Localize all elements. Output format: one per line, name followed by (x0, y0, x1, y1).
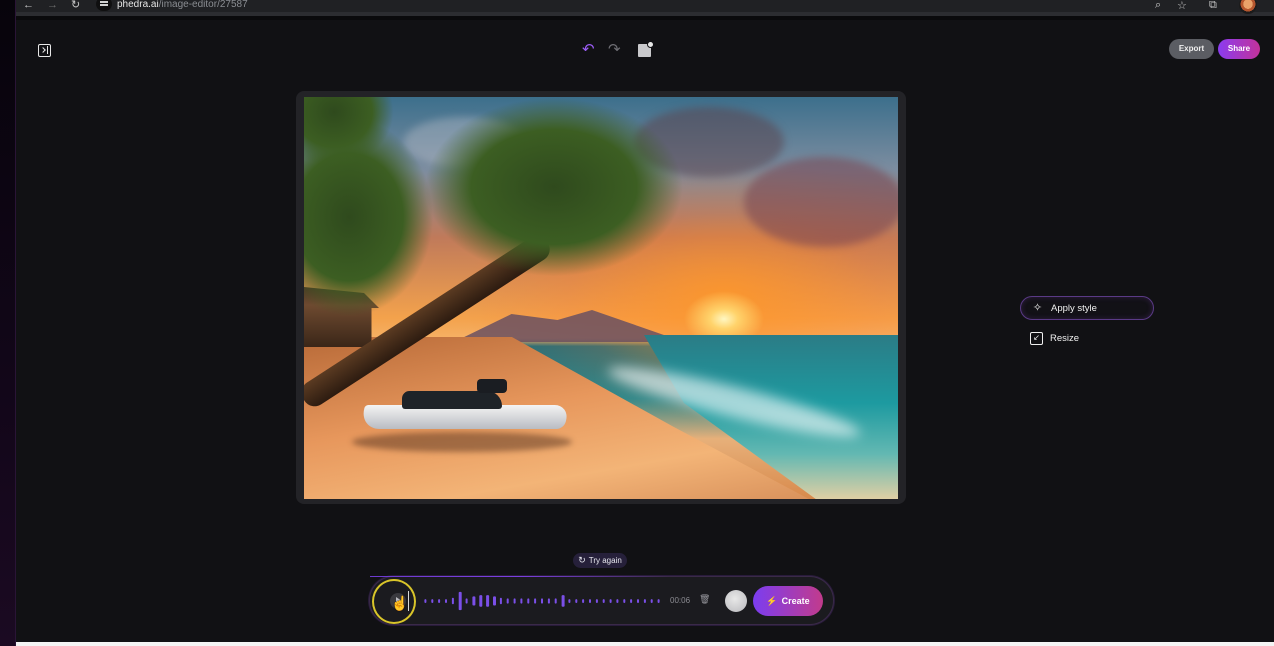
profile-avatar[interactable] (1239, 0, 1257, 14)
waveform-bar (534, 598, 537, 604)
screen-bottom-edge (16, 642, 1274, 646)
zoom-icon[interactable]: ⌕ (1155, 0, 1161, 12)
share-button[interactable]: Share (1218, 39, 1260, 59)
waveform-bar (657, 599, 660, 603)
waveform-bar (486, 595, 490, 607)
image-canvas (296, 91, 906, 504)
waveform-bar (527, 598, 530, 604)
waveform-bar (547, 598, 550, 604)
waveform-bar (554, 598, 557, 604)
image-editor: ↶ ↷ Export Share ✧ Apply style ↙ Resize … (16, 20, 1274, 642)
browser-toolbar: ← → ↻ phedra.ai/image-editor/27587 ⌕ ☆ ⧉ (16, 0, 1274, 16)
retry-icon: ↻ (578, 555, 586, 565)
playhead[interactable] (408, 591, 409, 611)
undo-icon[interactable]: ↶ (582, 40, 595, 58)
record-button[interactable] (725, 590, 747, 612)
waveform-bar (568, 599, 571, 603)
audio-waveform[interactable] (422, 587, 662, 615)
waveform-bar (451, 597, 454, 605)
waveform-bar (630, 599, 633, 603)
waveform-bar (465, 598, 468, 604)
waveform-bar (472, 596, 476, 606)
create-label: Create (781, 596, 810, 606)
waveform-bar (513, 598, 516, 604)
sparkles-icon: ✧ (1032, 301, 1043, 314)
waveform-bar (458, 591, 462, 611)
export-button[interactable]: Export (1169, 39, 1214, 59)
tool-resize[interactable]: ↙ Resize (1020, 326, 1154, 350)
address-bar[interactable]: phedra.ai/image-editor/27587 (117, 0, 248, 10)
waveform-bar (493, 596, 496, 606)
site-info-icon[interactable] (96, 0, 112, 11)
generated-image[interactable] (304, 97, 898, 499)
back-icon[interactable]: ← (23, 0, 34, 12)
waveform-bar (479, 595, 483, 607)
waveform-bar (602, 599, 605, 603)
waveform-bar (616, 599, 619, 603)
waveform-bar (582, 599, 585, 603)
waveform-bar (499, 597, 502, 605)
redo-icon[interactable]: ↷ (608, 40, 621, 58)
waveform-bar (575, 599, 578, 603)
extensions-icon[interactable]: ⧉ (1209, 0, 1217, 12)
url-path: /image-editor/27587 (158, 0, 248, 10)
waveform-bar (609, 599, 612, 603)
try-again-label: Try again (588, 556, 622, 565)
cloud (744, 157, 898, 247)
reload-icon[interactable]: ↻ (71, 0, 80, 12)
voice-prompt-bar: ☝ 00:06 🗑 ⚡ Create (369, 576, 834, 625)
tool-apply-style[interactable]: ✧ Apply style (1020, 296, 1154, 320)
lightning-icon: ⚡ (766, 595, 778, 606)
trash-icon[interactable]: 🗑 (699, 594, 710, 605)
waveform-bar (561, 595, 565, 607)
star-icon[interactable]: ☆ (1177, 0, 1187, 12)
waveform-bar (595, 599, 598, 603)
jet-ski (352, 377, 572, 452)
url-host: phedra.ai (117, 0, 159, 10)
canvas-settings-icon[interactable] (638, 41, 654, 57)
waveform-bar (424, 599, 427, 603)
waveform-bar (643, 599, 646, 603)
waveform-bar (623, 599, 626, 603)
create-button[interactable]: ⚡ Create (753, 586, 823, 616)
waveform-bar (431, 599, 434, 603)
waveform-bar (637, 599, 639, 603)
recording-duration: 00:06 (670, 596, 691, 605)
tool-label: Apply style (1051, 302, 1097, 314)
waveform-bar (438, 599, 441, 603)
waveform-bar (506, 598, 509, 604)
waveform-bar (445, 599, 447, 603)
palm-leaves (424, 97, 684, 277)
waveform-bar (541, 598, 543, 604)
hand-cursor-icon: ☝ (391, 595, 409, 611)
waveform-bar (650, 599, 653, 603)
tool-label: Resize (1050, 332, 1080, 344)
forward-icon[interactable]: → (47, 0, 58, 12)
waveform-bar (589, 599, 591, 603)
sidebar-toggle-icon[interactable] (38, 44, 51, 57)
try-again-button[interactable]: ↻ Try again (573, 553, 627, 568)
waveform-bar (520, 598, 523, 604)
desktop-edge (0, 0, 16, 646)
resize-icon: ↙ (1030, 331, 1043, 345)
tools-menu: ✧ Apply style ↙ Resize (1020, 296, 1154, 350)
